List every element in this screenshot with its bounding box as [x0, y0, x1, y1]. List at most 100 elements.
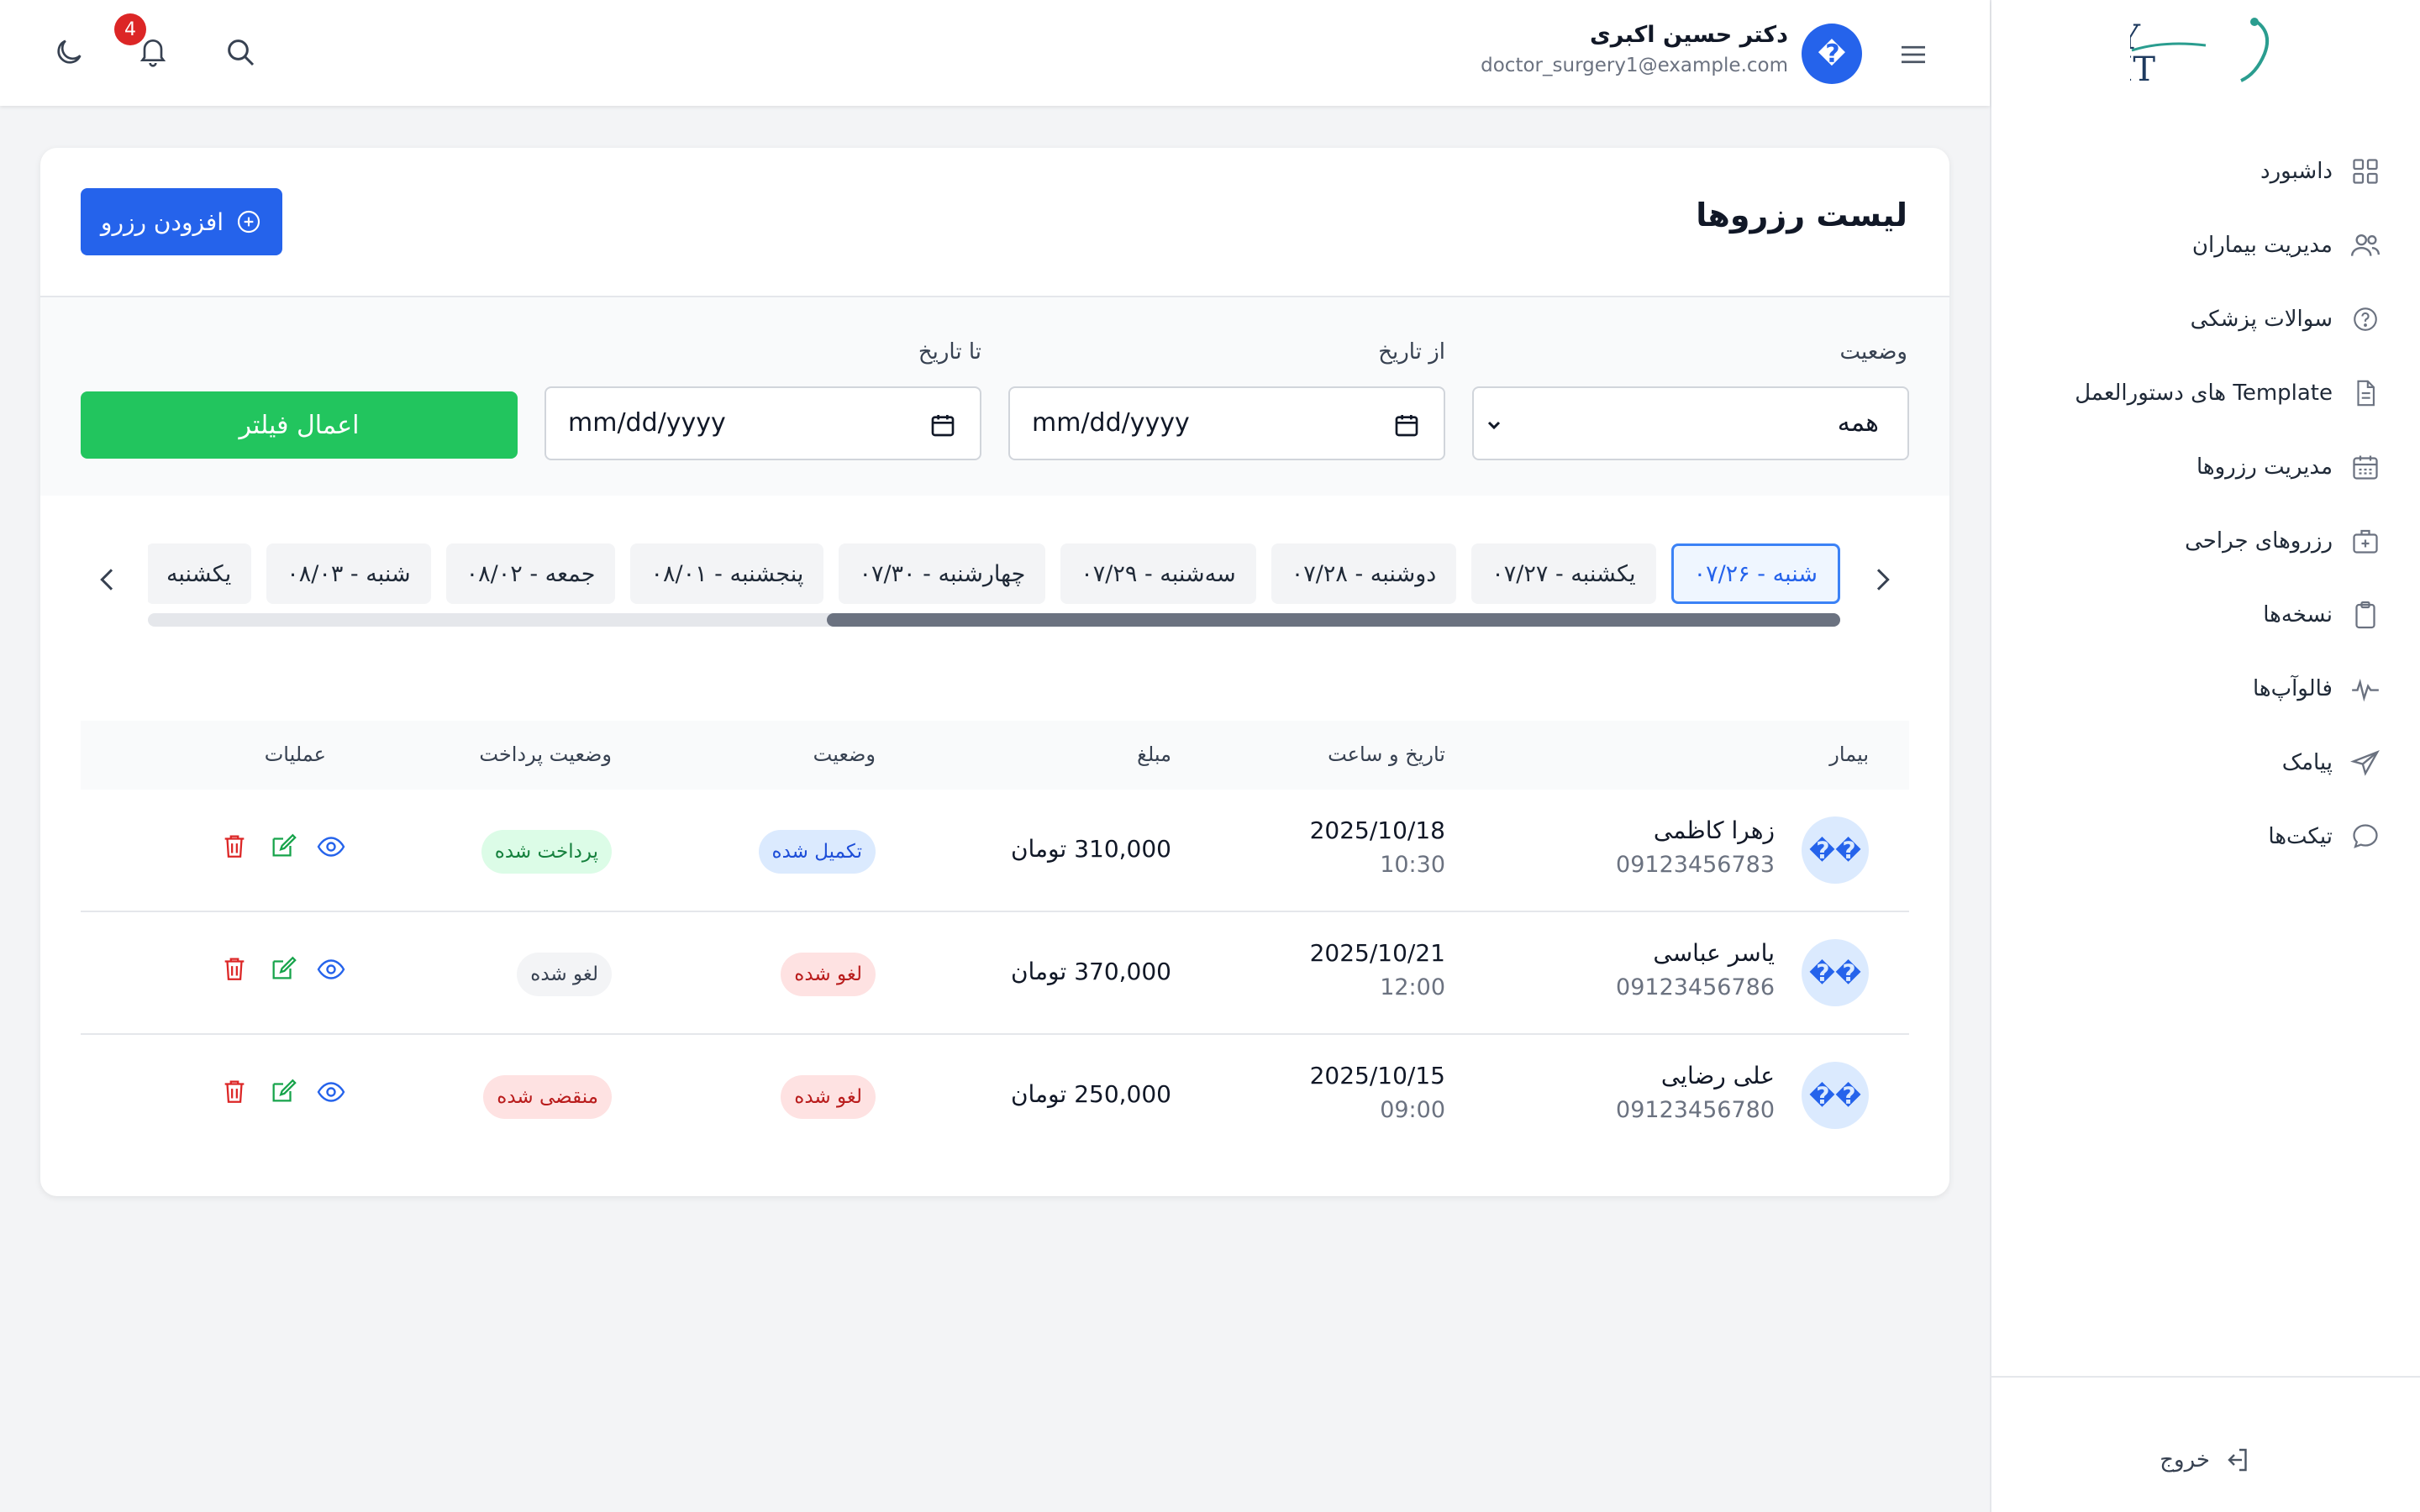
sidebar-item-label: داشبورد — [2260, 159, 2333, 184]
delete-trash-icon[interactable] — [218, 954, 249, 984]
sidebar: EASY VISIT داشبورد مدیریت بیماران سوالات… — [1990, 0, 2420, 1512]
day-tab[interactable]: شنبه - ۰۸/۰۳ — [266, 543, 431, 604]
clipboard-icon — [2348, 597, 2383, 633]
view-eye-icon[interactable] — [316, 954, 346, 984]
sidebar-item-followups[interactable]: فالوآپ‌ها — [1991, 652, 2420, 726]
page-title: لیست رزروها — [1696, 197, 1907, 234]
day-tab[interactable]: پنجشنبه - ۰۸/۰۱ — [630, 543, 824, 604]
payment-status-badge: لغو شده — [517, 953, 612, 996]
day-tab[interactable]: شنبه - ۰۷/۲۶ — [1670, 543, 1840, 604]
user-avatar[interactable]: � — [1802, 24, 1862, 84]
edit-icon[interactable] — [267, 954, 297, 984]
patient-name: زهرا کاظمی — [1653, 816, 1775, 844]
apply-filter-button[interactable]: اعمال فیلتر — [81, 391, 518, 459]
sidebar-item-tickets[interactable]: تیکت‌ها — [1991, 800, 2420, 874]
sidebar-item-label: Template های دستورالعمل — [2075, 381, 2333, 406]
logout-label: خروج — [2160, 1447, 2210, 1473]
patient-name: یاسر عباسی — [1653, 939, 1775, 967]
day-tabs: شنبه - ۰۷/۲۶ یکشنبه - ۰۷/۲۷ دوشنبه - ۰۷/۲۸… — [148, 543, 1840, 605]
reservation-amount: 370,000 تومان — [1010, 958, 1171, 985]
scrollbar-thumb[interactable] — [827, 613, 1840, 627]
plus-circle-icon — [235, 208, 262, 235]
chat-icon — [2348, 819, 2383, 854]
day-tab[interactable]: جمعه - ۰۸/۰۲ — [445, 543, 616, 604]
status-filter-label: وضعیت — [1839, 339, 1907, 365]
day-tab[interactable]: سه‌شنبه - ۰۷/۲۹ — [1060, 543, 1256, 604]
sidebar-item-prescriptions[interactable]: نسخه‌ها — [1991, 578, 2420, 652]
users-icon — [2348, 228, 2383, 263]
day-tab[interactable]: دوشنبه - ۰۷/۲۸ — [1270, 543, 1457, 604]
sidebar-item-reservations[interactable]: مدیریت رزروها — [1991, 430, 2420, 504]
patient-phone: 09123456783 — [1616, 852, 1775, 878]
reservations-card: لیست رزروها افزودن رزرو وضعیت همه از تار… — [40, 148, 1949, 1196]
search-icon[interactable] — [224, 35, 260, 72]
table-header: بیمار تاریخ و ساعت مبلغ وضعیت وضعیت پردا… — [81, 721, 1909, 790]
patient-name: علی رضایی — [1660, 1062, 1775, 1089]
moon-icon[interactable] — [52, 35, 89, 72]
day-tab[interactable]: چهارشنبه - ۰۷/۳۰ — [839, 543, 1046, 604]
patient-avatar: �� — [1802, 1062, 1869, 1129]
table-row: �� زهرا کاظمی 09123456783 2025/10/18 10:30 31… — [81, 790, 1909, 912]
to-date-field[interactable]: mm/dd/yyyy — [544, 386, 981, 460]
user-info: دکتر حسین اکبری doctor_surgery1@example.… — [1481, 22, 1788, 76]
day-selector: شنبه - ۰۷/۲۶ یکشنبه - ۰۷/۲۷ دوشنبه - ۰۷/۲۸… — [40, 543, 1949, 643]
medical-kit-icon — [2348, 523, 2383, 559]
from-date-value: mm/dd/yyyy — [1032, 408, 1190, 438]
day-tab[interactable]: یکشنبه — [148, 543, 252, 604]
calendar-icon — [2348, 449, 2383, 485]
patient-phone: 09123456780 — [1616, 1097, 1775, 1123]
reservation-time: 10:30 — [1380, 852, 1445, 878]
sidebar-item-dashboard[interactable]: داشبورد — [1991, 134, 2420, 208]
table-row: �� علی رضایی 09123456780 2025/10/15 09:00 250… — [81, 1035, 1909, 1158]
calendar-picker-icon[interactable] — [929, 412, 956, 438]
chevron-down-icon — [1484, 415, 1504, 435]
hamburger-menu-icon[interactable] — [1896, 37, 1931, 72]
day-tabs-scroller[interactable]: شنبه - ۰۷/۲۶ یکشنبه - ۰۷/۲۷ دوشنبه - ۰۷/۲۸… — [148, 543, 1840, 610]
reservation-time: 09:00 — [1380, 1097, 1445, 1123]
row-actions — [218, 954, 346, 984]
top-header: � دکتر حسین اکبری doctor_surgery1@exampl… — [0, 0, 1990, 106]
reservations-table: بیمار تاریخ و ساعت مبلغ وضعیت وضعیت پردا… — [81, 721, 1909, 1158]
sidebar-item-label: مدیریت بیماران — [2191, 233, 2333, 258]
sidebar-item-patients[interactable]: مدیریت بیماران — [1991, 208, 2420, 282]
payment-status-badge: منقضی شده — [483, 1075, 612, 1119]
delete-trash-icon[interactable] — [218, 832, 249, 862]
sidebar-item-label: فالوآپ‌ها — [2252, 676, 2333, 701]
logout-button[interactable]: خروج — [2160, 1445, 2252, 1475]
patient-avatar: �� — [1802, 939, 1869, 1006]
add-reservation-button[interactable]: افزودن رزرو — [81, 188, 282, 255]
status-badge: لغو شده — [781, 953, 876, 996]
easy-visit-logo[interactable]: EASY VISIT — [2130, 15, 2273, 91]
calendar-picker-icon[interactable] — [1393, 412, 1420, 438]
row-actions — [218, 1077, 346, 1107]
chevron-left-icon[interactable] — [91, 563, 124, 596]
sidebar-item-medical-questions[interactable]: سوالات پزشکی — [1991, 282, 2420, 356]
sidebar-item-label: پیامک — [2281, 750, 2333, 775]
filter-panel: وضعیت همه از تاریخ mm/dd/yyyy تا تاریخ m… — [40, 296, 1949, 496]
reservation-date: 2025/10/21 — [1309, 939, 1445, 967]
day-tab[interactable]: یکشنبه - ۰۷/۲۷ — [1471, 543, 1656, 604]
status-badge: لغو شده — [781, 1075, 876, 1119]
sidebar-item-sms[interactable]: پیامک — [1991, 726, 2420, 800]
status-badge: تکمیل شده — [758, 830, 876, 874]
status-select[interactable]: همه — [1472, 386, 1909, 460]
sidebar-divider — [1991, 1376, 2420, 1378]
table-row: �� یاسر عباسی 09123456786 2025/10/21 12:00 37… — [81, 912, 1909, 1035]
edit-icon[interactable] — [267, 1077, 297, 1107]
view-eye-icon[interactable] — [316, 1077, 346, 1107]
reservation-amount: 250,000 تومان — [1010, 1080, 1171, 1108]
logout-icon — [2222, 1445, 2252, 1475]
sidebar-item-templates[interactable]: Template های دستورالعمل — [1991, 356, 2420, 430]
delete-trash-icon[interactable] — [218, 1077, 249, 1107]
from-date-field[interactable]: mm/dd/yyyy — [1008, 386, 1445, 460]
to-date-value: mm/dd/yyyy — [568, 408, 726, 438]
view-eye-icon[interactable] — [316, 832, 346, 862]
document-icon — [2348, 375, 2383, 411]
edit-icon[interactable] — [267, 832, 297, 862]
sidebar-item-surgery-reservations[interactable]: رزروهای جراحی — [1991, 504, 2420, 578]
row-actions — [218, 832, 346, 862]
question-icon — [2348, 302, 2383, 337]
user-name: دکتر حسین اکبری — [1590, 22, 1788, 48]
col-status: وضعیت — [813, 743, 876, 766]
chevron-right-icon[interactable] — [1865, 563, 1899, 596]
